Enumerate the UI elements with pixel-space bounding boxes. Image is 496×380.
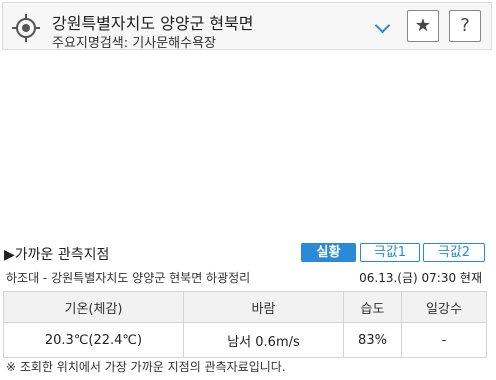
landmark-search-label: 주요지명검색: 기사문해수욕장 bbox=[52, 32, 216, 51]
header-humidity: 습도 bbox=[343, 291, 402, 323]
header-temperature: 기온(체감) bbox=[3, 291, 184, 323]
tab-extreme-1[interactable]: 극값1 bbox=[360, 243, 420, 262]
favorite-button[interactable]: ★ bbox=[407, 10, 439, 42]
table-header-row: 기온(체감) 바람 습도 일강수 bbox=[3, 291, 487, 323]
chevron-down-icon[interactable] bbox=[374, 17, 391, 34]
location-title: 강원특별자치도 양양군 현북면 bbox=[52, 14, 254, 33]
tab-current[interactable]: 실황 bbox=[301, 243, 356, 262]
star-icon: ★ bbox=[414, 15, 432, 36]
location-bar: 강원특별자치도 양양군 현북면 주요지명검색: 기사문해수욕장 ★ ? bbox=[2, 2, 492, 51]
observation-time: 06.13.(금) 07:30 현재 bbox=[359, 271, 482, 285]
help-icon: ? bbox=[460, 15, 470, 36]
footnote: ※ 조회한 위치에서 가장 가까운 지점의 관측자료입니다. bbox=[6, 360, 286, 374]
cell-wind: 남서 0.6m/s bbox=[183, 322, 344, 358]
help-button[interactable]: ? bbox=[449, 10, 481, 42]
nearby-station-title: ▶가까운 관측지점 bbox=[4, 247, 110, 263]
header-daily-precip: 일강수 bbox=[401, 291, 487, 323]
table-row: 20.3℃(22.4℃) 남서 0.6m/s 83% - bbox=[3, 322, 487, 358]
cell-daily-precip: - bbox=[401, 322, 487, 358]
cell-temperature: 20.3℃(22.4℃) bbox=[3, 322, 184, 358]
observation-table: 기온(체감) 바람 습도 일강수 20.3℃(22.4℃) 남서 0.6m/s … bbox=[3, 291, 487, 358]
station-name: 하조대 - 강원특별자치도 양양군 현북면 하광정리 bbox=[6, 271, 251, 285]
location-target-icon[interactable] bbox=[12, 14, 40, 42]
header-wind: 바람 bbox=[183, 291, 344, 323]
tab-extreme-2[interactable]: 극값2 bbox=[423, 243, 485, 262]
landmark-label-text: 주요지명검색: 기사문해수욕장 bbox=[52, 36, 216, 51]
cell-humidity: 83% bbox=[343, 322, 402, 358]
